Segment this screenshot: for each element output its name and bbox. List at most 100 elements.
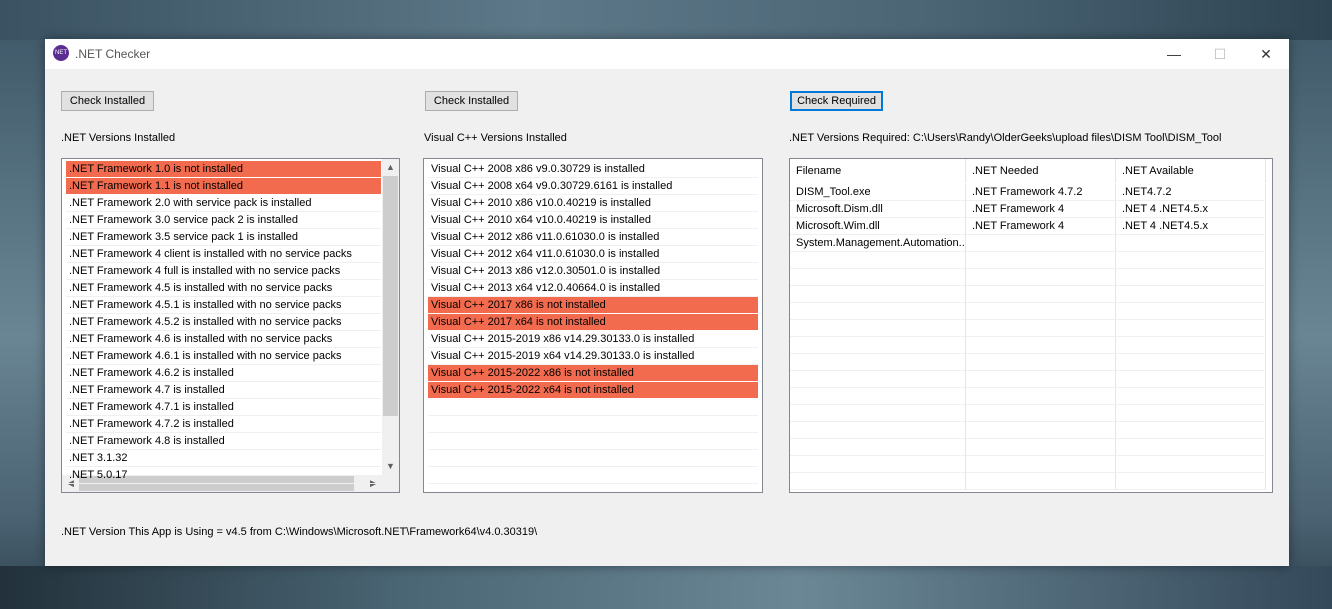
grid-cell <box>966 286 1116 303</box>
net-list-item[interactable]: .NET Framework 4 full is installed with … <box>66 263 381 280</box>
net-list-item[interactable]: .NET Framework 1.0 is not installed <box>66 161 381 178</box>
grid-cell <box>790 439 966 456</box>
vc-list-item[interactable]: Visual C++ 2015-2019 x86 v14.29.30133.0 … <box>428 331 758 348</box>
net-list-item[interactable]: .NET Framework 4.5.1 is installed with n… <box>66 297 381 314</box>
net-list-item[interactable]: .NET 5.0.17 <box>66 467 381 484</box>
net-versions-label: .NET Versions Installed <box>61 132 176 144</box>
grid-cell <box>790 473 966 490</box>
grid-cell <box>1116 371 1266 388</box>
desktop-background-bottom <box>0 566 1332 609</box>
grid-cell <box>966 303 1116 320</box>
grid-cell <box>1116 422 1266 439</box>
grid-cell <box>966 337 1116 354</box>
vc-list-item[interactable]: Visual C++ 2012 x86 v11.0.61030.0 is ins… <box>428 229 758 246</box>
grid-cell <box>966 439 1116 456</box>
net-list-item[interactable]: .NET Framework 4.5.2 is installed with n… <box>66 314 381 331</box>
grid-column-header[interactable]: .NET Available <box>1116 159 1266 183</box>
grid-cell <box>790 320 966 337</box>
grid-column-header[interactable]: Filename <box>790 159 966 183</box>
grid-cell <box>1116 303 1266 320</box>
net-list-item[interactable]: .NET Framework 4.5 is installed with no … <box>66 280 381 297</box>
vc-list-item[interactable]: Visual C++ 2010 x64 v10.0.40219 is insta… <box>428 212 758 229</box>
net-list-item[interactable]: .NET Framework 4 client is installed wit… <box>66 246 381 263</box>
required-path-label: .NET Versions Required: C:\Users\Randy\O… <box>789 132 1222 144</box>
net-list-item[interactable]: .NET Framework 4.7 is installed <box>66 382 381 399</box>
scroll-thumb[interactable] <box>383 176 398 416</box>
app-window: NET .NET Checker — ☐ ✕ Check Installed .… <box>45 39 1289 566</box>
grid-cell[interactable]: DISM_Tool.exe <box>790 184 966 201</box>
vc-list-item[interactable]: Visual C++ 2015-2022 x64 is not installe… <box>428 382 758 399</box>
vc-list-item[interactable]: Visual C++ 2010 x86 v10.0.40219 is insta… <box>428 195 758 212</box>
grid-cell <box>1116 473 1266 490</box>
grid-cell <box>1116 354 1266 371</box>
vertical-scrollbar[interactable]: ▲ ▼ <box>382 159 399 475</box>
vc-list-item[interactable]: Visual C++ 2017 x86 is not installed <box>428 297 758 314</box>
grid-column-header[interactable]: .NET Needed <box>966 159 1116 183</box>
grid-cell <box>966 320 1116 337</box>
grid-cell[interactable]: .NET Framework 4 <box>966 218 1116 235</box>
desktop-background-top <box>0 0 1332 40</box>
net-list-item[interactable]: .NET Framework 3.5 service pack 1 is ins… <box>66 229 381 246</box>
grid-cell <box>966 388 1116 405</box>
grid-cell <box>790 354 966 371</box>
grid-cell <box>790 252 966 269</box>
grid-cell[interactable]: .NET 4 .NET4.5.x <box>1116 201 1266 218</box>
grid-cell <box>790 269 966 286</box>
close-button[interactable]: ✕ <box>1243 39 1289 69</box>
grid-cell <box>1116 405 1266 422</box>
grid-cell[interactable] <box>966 235 1116 252</box>
grid-cell[interactable] <box>1116 235 1266 252</box>
vc-empty-row <box>428 416 758 433</box>
grid-cell[interactable]: Microsoft.Dism.dll <box>790 201 966 218</box>
vc-versions-listbox[interactable]: Visual C++ 2008 x86 v9.0.30729 is instal… <box>423 158 763 493</box>
grid-cell <box>790 388 966 405</box>
vc-list-item[interactable]: Visual C++ 2017 x64 is not installed <box>428 314 758 331</box>
net-list-item[interactable]: .NET Framework 4.6.2 is installed <box>66 365 381 382</box>
check-installed-vc-button[interactable]: Check Installed <box>425 91 518 111</box>
scroll-corner <box>382 475 399 492</box>
vc-list-item[interactable]: Visual C++ 2013 x64 v12.0.40664.0 is ins… <box>428 280 758 297</box>
required-files-grid[interactable]: Filename .NET Needed .NET Available DISM_To… <box>789 158 1273 493</box>
window-title: .NET Checker <box>75 47 151 61</box>
vc-versions-label: Visual C++ Versions Installed <box>424 132 567 144</box>
check-installed-net-button[interactable]: Check Installed <box>61 91 154 111</box>
scroll-up-icon[interactable]: ▲ <box>382 159 399 176</box>
scroll-down-icon[interactable]: ▼ <box>382 458 399 475</box>
grid-cell <box>966 252 1116 269</box>
net-list-item[interactable]: .NET Framework 3.0 service pack 2 is ins… <box>66 212 381 229</box>
net-list-item[interactable]: .NET Framework 1.1 is not installed <box>66 178 381 195</box>
grid-cell[interactable]: .NET4.7.2 <box>1116 184 1266 201</box>
grid-cell <box>966 371 1116 388</box>
grid-cell <box>966 354 1116 371</box>
net-list-item[interactable]: .NET Framework 4.6 is installed with no … <box>66 331 381 348</box>
grid-cell[interactable]: .NET Framework 4.7.2 <box>966 184 1116 201</box>
grid-cell[interactable]: .NET 4 .NET4.5.x <box>1116 218 1266 235</box>
minimize-button[interactable]: — <box>1151 39 1197 69</box>
grid-cell <box>790 337 966 354</box>
net-list-item[interactable]: .NET Framework 4.8 is installed <box>66 433 381 450</box>
vc-list-item[interactable]: Visual C++ 2008 x86 v9.0.30729 is instal… <box>428 161 758 178</box>
grid-cell <box>966 405 1116 422</box>
net-list-item[interactable]: .NET Framework 4.7.1 is installed <box>66 399 381 416</box>
vc-list-item[interactable]: Visual C++ 2015-2022 x86 is not installe… <box>428 365 758 382</box>
grid-cell[interactable]: System.Management.Automation.... <box>790 235 966 252</box>
grid-cell <box>1116 439 1266 456</box>
grid-cell <box>1116 388 1266 405</box>
grid-cell <box>790 456 966 473</box>
vc-list-item[interactable]: Visual C++ 2008 x64 v9.0.30729.6161 is i… <box>428 178 758 195</box>
net-versions-listbox[interactable]: ▲ ▼ ◀ ▶ .NET Framework 1.0 is not instal… <box>61 158 400 493</box>
net-list-item[interactable]: .NET 3.1.32 <box>66 450 381 467</box>
grid-cell[interactable]: Microsoft.Wim.dll <box>790 218 966 235</box>
maximize-button[interactable]: ☐ <box>1197 39 1243 69</box>
net-list-item[interactable]: .NET Framework 2.0 with service pack is … <box>66 195 381 212</box>
grid-cell[interactable]: .NET Framework 4 <box>966 201 1116 218</box>
vc-list-item[interactable]: Visual C++ 2015-2019 x64 v14.29.30133.0 … <box>428 348 758 365</box>
vc-list-item[interactable]: Visual C++ 2012 x64 v11.0.61030.0 is ins… <box>428 246 758 263</box>
net-logo-icon: NET <box>53 45 69 61</box>
title-bar[interactable]: NET .NET Checker — ☐ ✕ <box>45 39 1289 69</box>
grid-cell <box>1116 269 1266 286</box>
net-list-item[interactable]: .NET Framework 4.7.2 is installed <box>66 416 381 433</box>
check-required-button[interactable]: Check Required <box>790 91 883 111</box>
vc-list-item[interactable]: Visual C++ 2013 x86 v12.0.30501.0 is ins… <box>428 263 758 280</box>
net-list-item[interactable]: .NET Framework 4.6.1 is installed with n… <box>66 348 381 365</box>
